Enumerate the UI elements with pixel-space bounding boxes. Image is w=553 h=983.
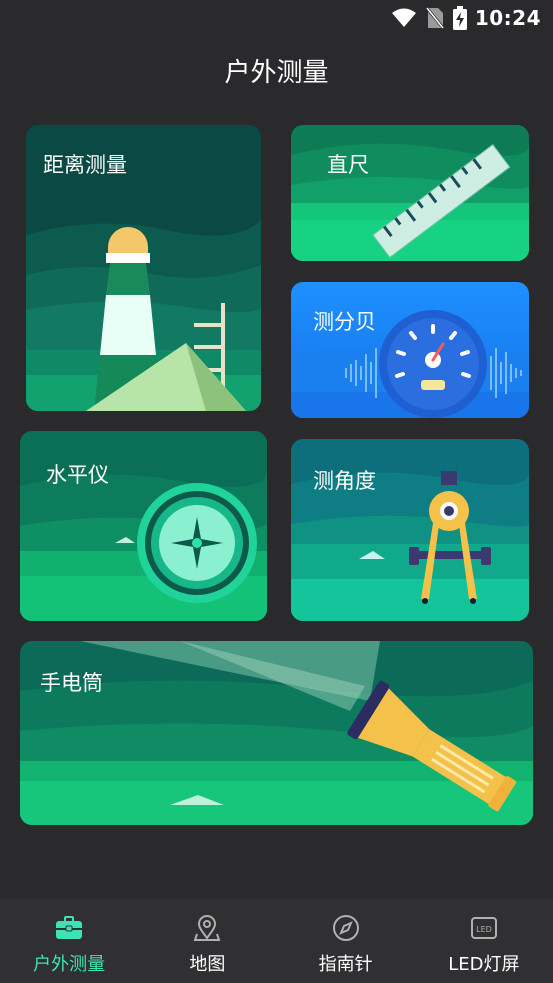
no-sim-icon bbox=[424, 6, 445, 30]
decibel-meter-label: 测分贝 bbox=[313, 310, 376, 334]
nav-label-compass: 指南针 bbox=[318, 954, 373, 975]
angle-measure-card[interactable]: 测角度 bbox=[291, 439, 529, 621]
decibel-illustration bbox=[291, 282, 529, 418]
flashlight-label: 手电筒 bbox=[40, 671, 103, 695]
ruler-card[interactable]: 直尺 bbox=[291, 125, 529, 261]
nav-label-map: 地图 bbox=[189, 954, 226, 975]
nav-item-led[interactable]: LED LED灯屏 bbox=[415, 898, 553, 983]
status-bar: 10:24 bbox=[0, 0, 553, 38]
nav-item-outdoor-measure[interactable]: 户外测量 bbox=[0, 898, 138, 983]
briefcase-icon bbox=[56, 916, 83, 939]
map-pin-icon bbox=[193, 915, 221, 941]
level-label: 水平仪 bbox=[46, 463, 109, 487]
status-time: 10:24 bbox=[474, 6, 541, 30]
decibel-meter-card[interactable]: 测分贝 bbox=[291, 282, 529, 418]
nav-item-map[interactable]: 地图 bbox=[138, 898, 276, 983]
nav-item-compass[interactable]: 指南针 bbox=[277, 898, 415, 983]
wifi-icon bbox=[391, 8, 416, 27]
led-icon: LED bbox=[470, 917, 497, 939]
nav-label-led: LED灯屏 bbox=[448, 954, 520, 975]
svg-text:LED: LED bbox=[476, 925, 492, 934]
page-title: 户外测量 bbox=[224, 58, 329, 88]
nav-label-outdoor-measure: 户外测量 bbox=[33, 954, 106, 975]
battery-charging-icon bbox=[452, 6, 467, 30]
compass-icon bbox=[332, 915, 359, 941]
level-card[interactable]: 水平仪 bbox=[20, 431, 267, 621]
flashlight-card[interactable]: 手电筒 bbox=[20, 641, 533, 825]
angle-measure-label: 测角度 bbox=[313, 469, 376, 493]
ruler-label: 直尺 bbox=[327, 153, 369, 177]
ruler-illustration bbox=[291, 125, 529, 261]
distance-measure-card[interactable]: 距离测量 bbox=[26, 125, 261, 411]
status-icons: 10:24 bbox=[391, 6, 541, 30]
distance-measure-label: 距离测量 bbox=[43, 153, 127, 177]
bottom-nav: 户外测量 地图 指南针 LED LED灯屏 bbox=[0, 898, 553, 983]
